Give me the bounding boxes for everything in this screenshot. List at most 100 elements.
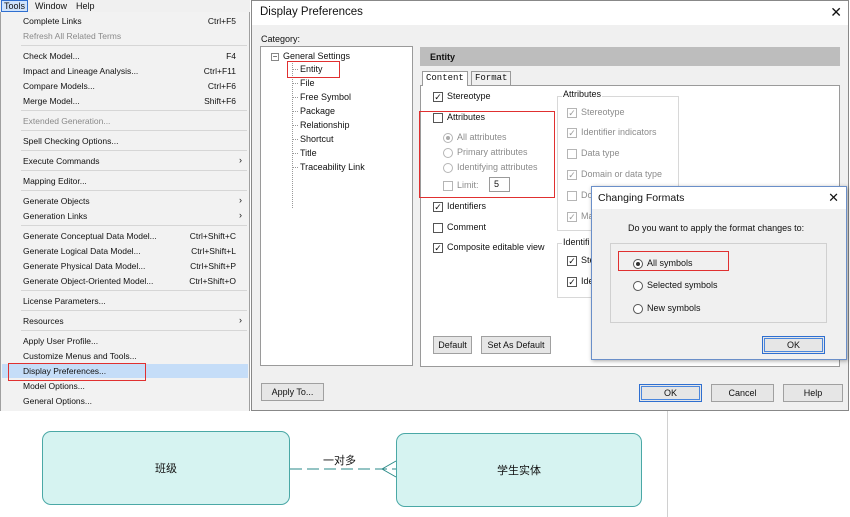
attr-stereotype-label: Stereotype [581, 107, 625, 117]
comment-checkbox[interactable] [433, 223, 443, 233]
attr-option-checkbox[interactable]: ✓ [567, 212, 577, 222]
menu-item-execute-commands[interactable]: Execute Commands › [2, 154, 248, 168]
menu-item-extended-generation: Extended Generation... [23, 116, 111, 126]
menu-item-spell-checking[interactable]: Spell Checking Options... [2, 134, 248, 148]
menu-item-complete-links[interactable]: Complete Links Ctrl+F5 [2, 14, 248, 28]
menu-separator [21, 130, 247, 131]
default-button[interactable]: Default [433, 336, 472, 354]
tree-connector [292, 139, 298, 140]
ok-button[interactable]: OK [639, 384, 702, 402]
menu-window[interactable]: Window [35, 1, 67, 11]
all-attributes-radio[interactable] [443, 133, 453, 143]
chevron-right-icon: › [239, 210, 242, 220]
menu-item-impact-analysis[interactable]: Impact and Lineage Analysis... Ctrl+F11 [2, 64, 248, 78]
help-button[interactable]: Help [783, 384, 843, 402]
close-icon[interactable]: ✕ [828, 190, 839, 206]
tab-format[interactable]: Format [471, 71, 512, 86]
menu-separator [21, 170, 247, 171]
identifying-attributes-radio[interactable] [443, 163, 453, 173]
chevron-right-icon: › [239, 195, 242, 205]
tab-content[interactable]: Content [422, 71, 468, 86]
entity-class[interactable]: 班级 [42, 431, 290, 505]
domain-data-type-checkbox[interactable]: ✓ [567, 170, 577, 180]
all-symbols-label: All symbols [647, 258, 693, 268]
tree-connector [292, 153, 298, 154]
tree-connector [292, 111, 298, 112]
menu-item-compare-models[interactable]: Compare Models... Ctrl+F6 [2, 79, 248, 93]
tree-node-entity[interactable]: Entity [300, 64, 323, 75]
entity-student[interactable]: 学生实体 [396, 433, 642, 507]
composite-view-checkbox[interactable]: ✓ [433, 243, 443, 253]
tree-node-free-symbol[interactable]: Free Symbol [300, 92, 351, 103]
menu-help[interactable]: Help [76, 1, 95, 11]
tree-node-title[interactable]: Title [300, 148, 317, 159]
primary-attributes-radio[interactable] [443, 148, 453, 158]
tree-node-general-settings[interactable]: General Settings [283, 51, 350, 62]
identifiers-checkbox[interactable]: ✓ [433, 202, 443, 212]
menu-item-generation-links[interactable]: Generation Links › [2, 209, 248, 223]
limit-checkbox[interactable] [443, 181, 453, 191]
menu-item-generate-ldm[interactable]: Generate Logical Data Model... Ctrl+Shift… [2, 244, 248, 258]
popup-titlebar: Changing Formats ✕ [592, 187, 846, 209]
menu-item-check-model[interactable]: Check Model... F4 [2, 49, 248, 63]
menu-tools[interactable]: Tools [1, 0, 29, 12]
popup-ok-button[interactable]: OK [762, 336, 825, 354]
menu-item-display-preferences[interactable]: Display Preferences... [2, 364, 248, 378]
menu-item-mapping-editor[interactable]: Mapping Editor... [2, 174, 248, 188]
attr-option-checkbox[interactable] [567, 191, 577, 201]
ident-indicator-checkbox[interactable]: ✓ [567, 277, 577, 287]
tree-node-traceability-link[interactable]: Traceability Link [300, 162, 365, 173]
tree-node-shortcut[interactable]: Shortcut [300, 134, 334, 145]
apply-to-button[interactable]: Apply To... [261, 383, 324, 401]
identifier-indicators-label: Identifier indicators [581, 127, 657, 137]
menu-item-generate-pdm[interactable]: Generate Physical Data Model... Ctrl+Shif… [2, 259, 248, 273]
crowfoot-upper [381, 460, 397, 470]
entity-class-label: 班级 [155, 463, 177, 475]
identifying-attributes-label: Identifying attributes [457, 162, 538, 172]
menu-item-merge-model[interactable]: Merge Model... Shift+F6 [2, 94, 248, 108]
menu-item-generate-objects[interactable]: Generate Objects › [2, 194, 248, 208]
menu-item-general-options[interactable]: General Options... [2, 394, 248, 408]
ident-stereotype-checkbox[interactable]: ✓ [567, 256, 577, 266]
menu-item-apply-user-profile[interactable]: Apply User Profile... [2, 334, 248, 348]
identifier-indicators-checkbox[interactable]: ✓ [567, 128, 577, 138]
composite-view-label: Composite editable view [447, 242, 545, 252]
identifiers-group-title: Identifi [562, 237, 591, 247]
menu-item-license-parameters[interactable]: License Parameters... [2, 294, 248, 308]
tree-node-relationship[interactable]: Relationship [300, 120, 350, 131]
attributes-checkbox[interactable] [433, 113, 443, 123]
identifiers-label: Identifiers [447, 201, 487, 211]
tree-connector [292, 97, 298, 98]
menu-item-resources[interactable]: Resources › [2, 314, 248, 328]
menu-bar: Tools Window Help [0, 0, 250, 12]
menu-separator [21, 310, 247, 311]
stereotype-checkbox[interactable]: ✓ [433, 92, 443, 102]
menu-item-model-options[interactable]: Model Options... [2, 379, 248, 393]
popup-title: Changing Formats [598, 192, 685, 204]
menu-separator [21, 190, 247, 191]
data-type-checkbox[interactable] [567, 149, 577, 159]
domain-data-type-label: Domain or data type [581, 169, 663, 179]
attr-stereotype-checkbox[interactable]: ✓ [567, 108, 577, 118]
apply-scope-group: All symbols Selected symbols New symbols [610, 243, 827, 323]
all-symbols-radio[interactable] [633, 259, 643, 269]
menu-item-generate-cdm[interactable]: Generate Conceptual Data Model... Ctrl+Sh… [2, 229, 248, 243]
menu-item-generate-oom[interactable]: Generate Object-Oriented Model... Ctrl+Sh… [2, 274, 248, 288]
limit-input[interactable]: 5 [489, 177, 510, 192]
close-icon[interactable]: ✕ [830, 4, 842, 21]
tree-node-package[interactable]: Package [300, 106, 335, 117]
collapse-icon[interactable]: − [271, 53, 279, 61]
menu-item-refresh-terms: Refresh All Related Terms [23, 31, 122, 41]
menu-item-customize-menus[interactable]: Customize Menus and Tools... [2, 349, 248, 363]
entity-student-label: 学生实体 [497, 465, 541, 477]
selected-symbols-radio[interactable] [633, 281, 643, 291]
tree-node-file[interactable]: File [300, 78, 315, 89]
category-tree[interactable]: − General Settings Entity File Free Symb… [260, 46, 413, 366]
diagram-canvas[interactable]: 班级 学生实体 一对多 [0, 411, 668, 517]
tree-connector [292, 83, 298, 84]
cancel-button[interactable]: Cancel [711, 384, 774, 402]
dialog-title: Display Preferences [260, 6, 363, 18]
set-as-default-button[interactable]: Set As Default [481, 336, 551, 354]
popup-ok-label: OK [786, 340, 800, 350]
new-symbols-radio[interactable] [633, 304, 643, 314]
